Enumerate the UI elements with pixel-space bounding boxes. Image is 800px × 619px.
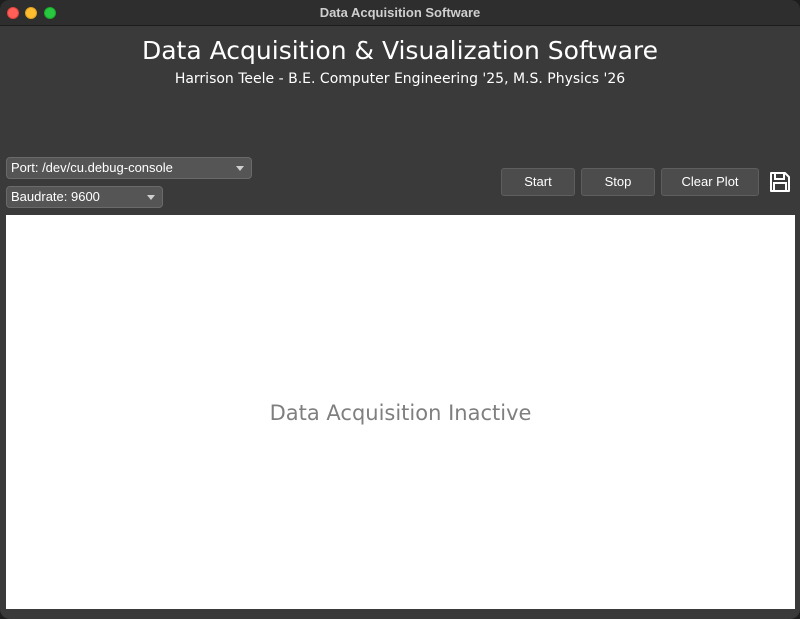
- start-button[interactable]: Start: [501, 168, 575, 196]
- chevron-down-icon: [147, 195, 155, 200]
- app-subtitle: Harrison Teele - B.E. Computer Engineeri…: [174, 71, 626, 87]
- plot-status-text: Data Acquisition Inactive: [269, 401, 532, 425]
- title-bar: Data Acquisition Software: [0, 0, 800, 26]
- port-select-value: Port: /dev/cu.debug-console: [11, 160, 173, 175]
- chevron-down-icon: [236, 166, 244, 171]
- save-icon[interactable]: [768, 170, 792, 194]
- baudrate-select[interactable]: Baudrate: 9600: [6, 186, 163, 208]
- stop-button[interactable]: Stop: [581, 168, 655, 196]
- plot-area[interactable]: Data Acquisition Inactive: [6, 215, 795, 609]
- app-title: Data Acquisition & Visualization Softwar…: [141, 36, 658, 65]
- port-select[interactable]: Port: /dev/cu.debug-console: [6, 157, 252, 179]
- baudrate-select-value: Baudrate: 9600: [11, 189, 100, 204]
- app-window: Data Acquisition Software Data Acquisiti…: [0, 0, 800, 619]
- clear-plot-button[interactable]: Clear Plot: [661, 168, 759, 196]
- window-title: Data Acquisition Software: [319, 5, 481, 20]
